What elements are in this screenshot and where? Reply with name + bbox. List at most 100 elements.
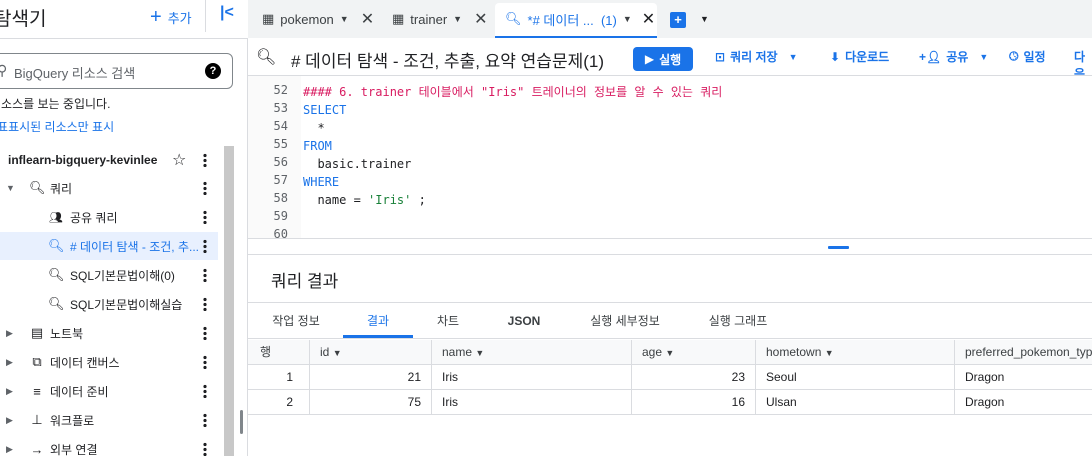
more-icon[interactable] [203,181,207,195]
column-header-row-number: 행 [248,340,310,365]
tree-item-workflows[interactable]: ▶ ⊥ 워크플로 [0,406,218,434]
table-icon: ▦ [392,11,405,26]
more-icon[interactable] [203,355,207,369]
share-button[interactable]: +👤︎ 공유 ▼ [919,48,988,65]
status-text: 리소스를 보는 중입니다. [0,97,111,111]
run-button[interactable]: ▶ 실행 [633,47,693,71]
plus-icon: + [150,6,162,28]
schedule-button[interactable]: 🕓︎ 일정 [1009,48,1046,65]
tab-results[interactable]: 결과 [343,305,413,338]
more-icon[interactable] [203,268,207,282]
tabs-menu-icon[interactable]: ▼ [700,14,709,24]
project-item[interactable]: inflearn-bigquery-kevinlee ☆ [0,146,218,174]
close-icon[interactable]: ✕ [642,9,655,29]
sidebar-scrollbar[interactable] [224,146,234,456]
more-icon[interactable] [203,153,207,167]
sort-icon[interactable]: ▼ [475,348,484,358]
connection-icon: → [30,441,44,457]
close-icon[interactable]: ✕ [361,9,374,29]
more-icon[interactable] [203,413,207,427]
tree-item-query[interactable]: 🔍︎ SQL기본문법이해실습 [0,290,218,318]
tree-item-data-canvas[interactable]: ▶ ⧉ 데이터 캔버스 [0,348,218,376]
collapsed-caret-icon[interactable]: ▶ [6,444,13,455]
dropdown-icon[interactable]: ▼ [453,14,462,24]
more-icon[interactable] [203,297,207,311]
tab-job-info[interactable]: 작업 정보 [258,305,334,338]
clock-icon: 🕓︎ [1009,49,1019,63]
canvas-icon: ⧉ [32,354,42,369]
tree-item-shared-queries[interactable]: 👥︎ 공유 쿼리 [0,203,218,231]
code-line: #### 6. trainer 테이블에서 "Iris" 트레이너의 정보를 알… [303,85,723,99]
tab-trainer[interactable]: ▦ trainer ▼ ✕ [392,0,487,38]
more-icon[interactable] [203,210,207,224]
tree-item-external-connections[interactable]: ▶ → 외부 연결 [0,435,218,463]
sort-icon[interactable]: ▼ [665,348,674,358]
download-icon: ⬇ [830,49,841,64]
tree-item-notebooks[interactable]: ▶ ▤ 노트북 [0,319,218,347]
table-icon: ▦ [262,11,275,26]
code-line: basic.trainer [303,157,412,171]
code-line: WHERE [303,175,340,189]
dropdown-icon: ▼ [788,51,798,62]
results-title: 쿼리 결과 [271,272,339,291]
tree-item-query[interactable]: 🔍︎ SQL기본문법이해(0) [0,261,218,289]
tab-chart[interactable]: 차트 [420,305,476,338]
tab-execution-graph[interactable]: 실행 그래프 [690,305,786,338]
data-prep-icon: ≡ [33,383,41,399]
more-icon[interactable] [203,442,207,456]
star-icon[interactable]: ☆ [172,150,186,170]
tree-item-selected-query[interactable]: 🔍︎ # 데이터 탐색 - 조건, 추... [0,232,218,260]
query-icon: 🔍︎ [48,267,65,282]
query-icon: 🔍︎ [505,11,522,26]
tab-pokemon[interactable]: ▦ pokemon ▼ ✕ [262,0,374,38]
column-header-id[interactable]: id ▼ [310,340,432,365]
save-query-button[interactable]: ⊡ 쿼리 저장 ▼ [715,48,797,65]
collapsed-caret-icon[interactable]: ▶ [6,328,13,339]
search-icon: ⚲ [0,62,8,78]
panel-resize-handle[interactable] [240,410,243,434]
column-header-preferred-pokemon-type[interactable]: preferred_pokemon_typ [955,340,1092,365]
dropdown-icon: ▼ [979,51,989,62]
column-header-age[interactable]: age ▼ [632,340,756,365]
query-icon: 🔍︎ [48,238,65,253]
download-button[interactable]: ⬇ 다운로드 [830,48,889,65]
notebook-icon: ▤ [30,325,44,340]
query-icon: 🔍︎ [29,180,46,195]
more-icon[interactable] [203,384,207,398]
code-line: FROM [303,139,332,153]
collapsed-caret-icon[interactable]: ▶ [6,415,13,426]
code-line: * [303,121,325,135]
help-icon[interactable]: ? [205,63,221,79]
column-header-hometown[interactable]: hometown ▼ [756,340,955,365]
resource-tree: inflearn-bigquery-kevinlee ☆ ▼ 🔍︎ 쿼리 👥︎ … [0,145,222,457]
query-icon: 🔍︎ [48,296,65,311]
dropdown-icon[interactable]: ▼ [340,14,349,24]
sort-icon[interactable]: ▼ [333,348,342,358]
save-icon: ⊡ [715,49,726,64]
collapse-panel-icon[interactable]: |< [220,4,234,22]
dropdown-icon[interactable]: ▼ [623,14,632,24]
expanded-caret-icon[interactable]: ▼ [6,183,15,193]
tab-json[interactable]: JSON [490,305,558,338]
editor-resize-handle[interactable] [828,246,849,249]
collapsed-caret-icon[interactable]: ▶ [6,386,13,397]
tree-item-data-prep[interactable]: ▶ ≡ 데이터 준비 [0,377,218,405]
sort-icon[interactable]: ▼ [825,348,834,358]
search-input[interactable]: ⚲ BigQuery 리소스 검색 ? [0,53,233,89]
workflow-icon: ⊥ [31,412,43,427]
more-icon[interactable] [203,326,207,340]
collapsed-caret-icon[interactable]: ▶ [6,357,13,368]
sidebar-title: 탐색기 [0,9,47,30]
more-icon[interactable] [203,239,207,253]
tab-execution-details[interactable]: 실행 세부정보 [575,305,675,338]
add-button[interactable]: + 추가 [150,6,192,29]
tree-item-queries[interactable]: ▼ 🔍︎ 쿼리 [0,174,218,202]
query-icon: 🔍︎ [256,49,277,66]
play-icon: ▶ [644,52,655,66]
column-header-name[interactable]: name ▼ [432,340,632,365]
close-icon[interactable]: ✕ [474,9,487,29]
new-tab-button[interactable]: + [670,12,686,28]
tab-active-query[interactable]: 🔍︎ *# 데이터 ... (1) ▼ ✕ [505,0,655,38]
starred-only-link[interactable]: 별표표시된 리소스만 표시 [0,118,114,135]
people-icon: 👥︎ [49,211,63,224]
